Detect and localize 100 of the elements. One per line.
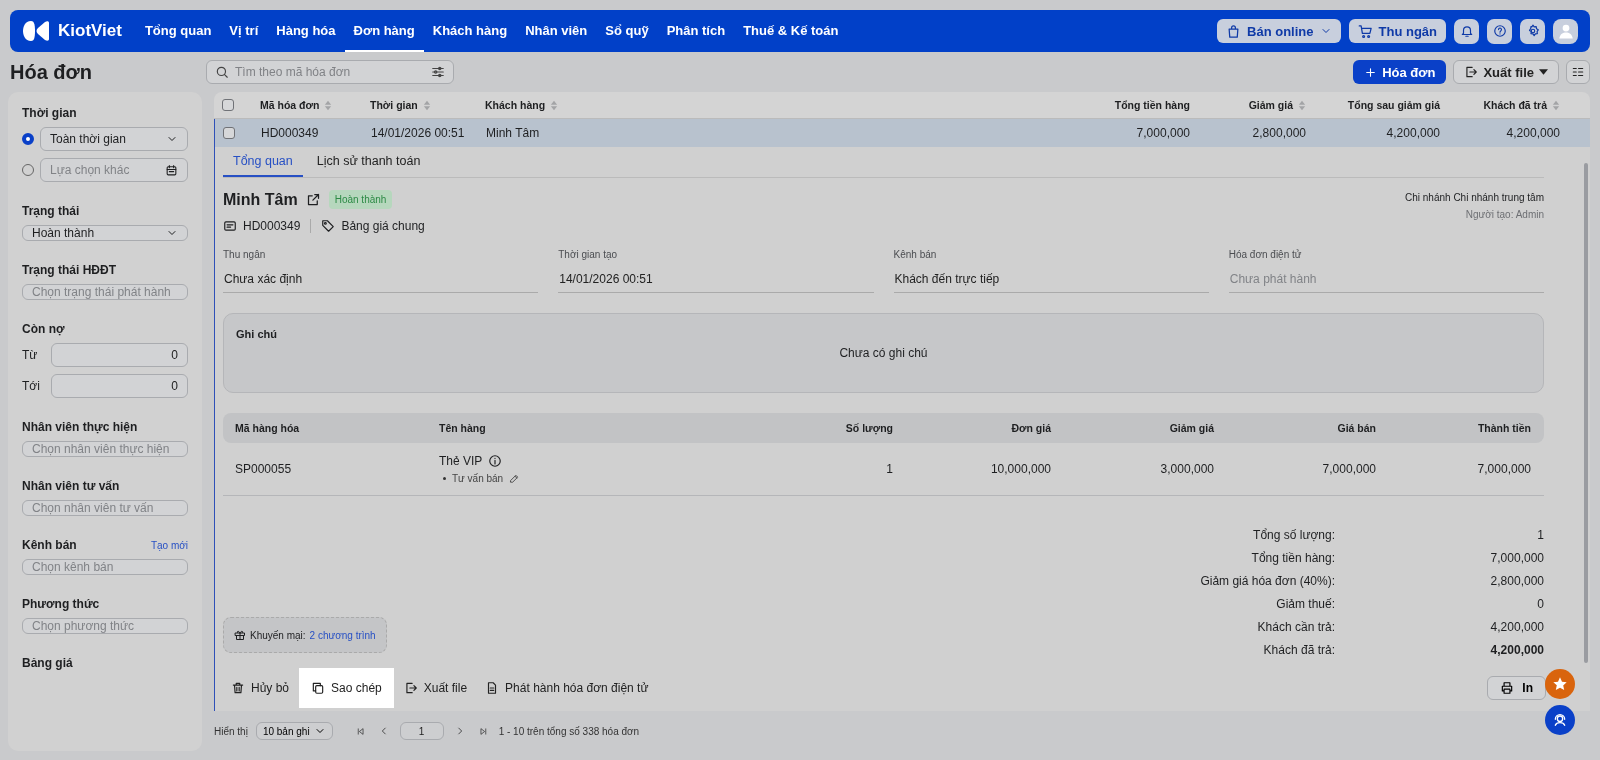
print-button[interactable]: In (1487, 676, 1546, 700)
promotion-link[interactable]: 2 chương trình (309, 629, 376, 641)
cashier-button[interactable]: Thu ngân (1348, 19, 1446, 43)
column-header[interactable]: Giảm giá (1190, 99, 1306, 111)
date-field[interactable]: Lựa chọn khác (50, 160, 159, 180)
nav-tab[interactable]: Tổng quan (135, 10, 221, 52)
first-page-icon (355, 726, 365, 736)
page-size-select[interactable]: 10 bản ghi (255, 722, 333, 740)
column-header: Giá bán (1336, 422, 1376, 434)
summary-label: Tổng tiền hàng: (1251, 551, 1335, 565)
input-field[interactable]: Khách đến trực tiếp (893, 268, 1209, 293)
printer-icon (1500, 681, 1515, 695)
field-label: Hóa đơn điện tử (1228, 249, 1303, 260)
support-button[interactable] (1545, 705, 1575, 735)
column-header: Thành tiền (1476, 422, 1531, 434)
date-picker[interactable]: Lựa chọn khác (40, 158, 188, 182)
columns-button[interactable] (1566, 60, 1590, 84)
online-sales-button[interactable]: Bán online (1217, 19, 1341, 43)
field-label: Thu ngân (223, 249, 267, 260)
tab[interactable]: Lịch sử thanh toán (306, 147, 431, 177)
new-invoice-button[interactable]: Hóa đơn (1353, 60, 1447, 84)
select-all-checkbox[interactable] (222, 99, 234, 111)
radio-button[interactable] (22, 133, 34, 145)
column-header: Mã hàng hóa (235, 422, 301, 434)
table-cell-text: HD000349 (261, 126, 320, 140)
nav-tab[interactable]: Thuế & Kế toán (734, 10, 848, 52)
row-checkbox[interactable] (223, 127, 235, 139)
edit-icon[interactable] (509, 473, 521, 484)
table-cell-text: 4,200,000 (1505, 126, 1560, 140)
action-button[interactable]: Sao chép (299, 668, 394, 708)
input-field[interactable]: Chọn kênh bán (22, 559, 188, 575)
nav-tab[interactable]: Hàng hóa (267, 10, 345, 52)
headset-icon (1552, 712, 1568, 728)
table-cell-text: 1 (885, 462, 893, 476)
column-header[interactable]: Thời gian (370, 99, 485, 111)
create-link[interactable]: Tạo mới (150, 539, 188, 551)
time-select[interactable]: Toàn thời gian (40, 127, 188, 151)
table-cell-text: 3,000,000 (1159, 462, 1214, 476)
note-label: Ghi chú (236, 328, 278, 340)
input-field[interactable]: Chọn phương thức (22, 618, 188, 634)
bell-icon (1459, 24, 1474, 38)
summary-value: 4,200,000 (1490, 620, 1544, 634)
column-header: Đơn giá (1010, 422, 1051, 434)
page-summary: 1 - 10 trên tổng số 338 hóa đơn (498, 725, 640, 737)
search-field[interactable]: Tìm theo mã hóa đơn (235, 62, 425, 82)
column-header[interactable]: Khách đã trả (1440, 99, 1560, 111)
calendar-icon (165, 163, 178, 177)
summary-label: Khách đã trả: (1263, 643, 1335, 657)
info-icon (488, 454, 503, 468)
input-field[interactable]: 14/01/2026 00:51 (558, 268, 874, 293)
export-icon (403, 681, 418, 695)
input-field[interactable]: Chọn nhân viên thực hiện (22, 441, 188, 457)
nav-tab[interactable]: Đơn hàng (344, 10, 424, 52)
search-box[interactable]: Tìm theo mã hóa đơn (206, 60, 454, 84)
user-icon (1556, 22, 1575, 40)
nav-tab[interactable]: Khách hàng (423, 10, 517, 52)
plus-icon (1364, 65, 1378, 79)
column-header[interactable]: Khách hàng (485, 99, 1060, 111)
avatar-button[interactable] (1553, 18, 1578, 44)
table-row[interactable]: HD000349 14/01/2026 00:51 Minh Tâm 7,000,000 2,800,000 4,200,000 4,200,000 (214, 119, 1590, 147)
summary-value: 2,800,000 (1490, 574, 1544, 588)
receipt-icon (223, 219, 237, 233)
column-header[interactable]: Tổng sau giảm giá (1306, 99, 1440, 111)
help-button[interactable] (1487, 18, 1512, 44)
summary-value: 0 (1537, 597, 1544, 611)
input-field[interactable]: Chưa xác định (223, 268, 539, 293)
filter-icon[interactable] (431, 65, 445, 79)
nav-tab[interactable]: Vị trí (220, 10, 268, 52)
external-link-icon[interactable] (305, 192, 321, 207)
notification-button[interactable] (1454, 18, 1479, 44)
summary-value: 1 (1537, 528, 1544, 542)
gift-icon (234, 629, 246, 641)
filter-label: Nhân viên tư vấn (22, 479, 120, 493)
action-button[interactable]: Xuất file (395, 668, 476, 708)
field-label: Kênh bán (893, 249, 938, 260)
status-select[interactable]: Hoàn thành (22, 225, 188, 241)
page-title: Hóa đơn (10, 60, 93, 84)
export-button[interactable]: Xuất file (1453, 60, 1559, 84)
input-field[interactable]: Chọn nhân viên tư vấn (22, 500, 188, 516)
number-field[interactable]: 0 (51, 343, 188, 367)
action-button[interactable]: Hủy bỏ (223, 668, 298, 708)
nav-tab[interactable]: Nhân viên (516, 10, 597, 52)
input-field[interactable]: Chưa phát hành (1228, 268, 1544, 293)
caret-icon (1539, 69, 1548, 75)
customer-name: Minh Tâm (223, 190, 298, 209)
tab[interactable]: Tổng quan (223, 147, 303, 177)
number-field[interactable]: 0 (51, 374, 188, 398)
note-text: Chưa có ghi chú (839, 346, 928, 360)
action-button[interactable]: Phát hành hóa đơn điện tử (477, 668, 657, 708)
summary-value: 4,200,000 (1490, 643, 1544, 657)
input-field[interactable]: Chọn trạng thái phát hành (22, 284, 188, 300)
nav-tab[interactable]: Phân tích (657, 10, 735, 52)
filter-label: Phương thức (22, 597, 100, 611)
nav-tab[interactable]: Sổ quỹ (596, 10, 658, 52)
page-number-field[interactable]: 1 (399, 722, 444, 740)
settings-button[interactable] (1520, 18, 1545, 44)
filter-label: Nhân viên thực hiện (22, 420, 138, 434)
column-header[interactable]: Mã hóa đơn (260, 99, 370, 111)
column-header[interactable]: Tổng tiền hàng (1060, 99, 1190, 111)
table-cell-text: 7,000,000 (1321, 462, 1376, 476)
